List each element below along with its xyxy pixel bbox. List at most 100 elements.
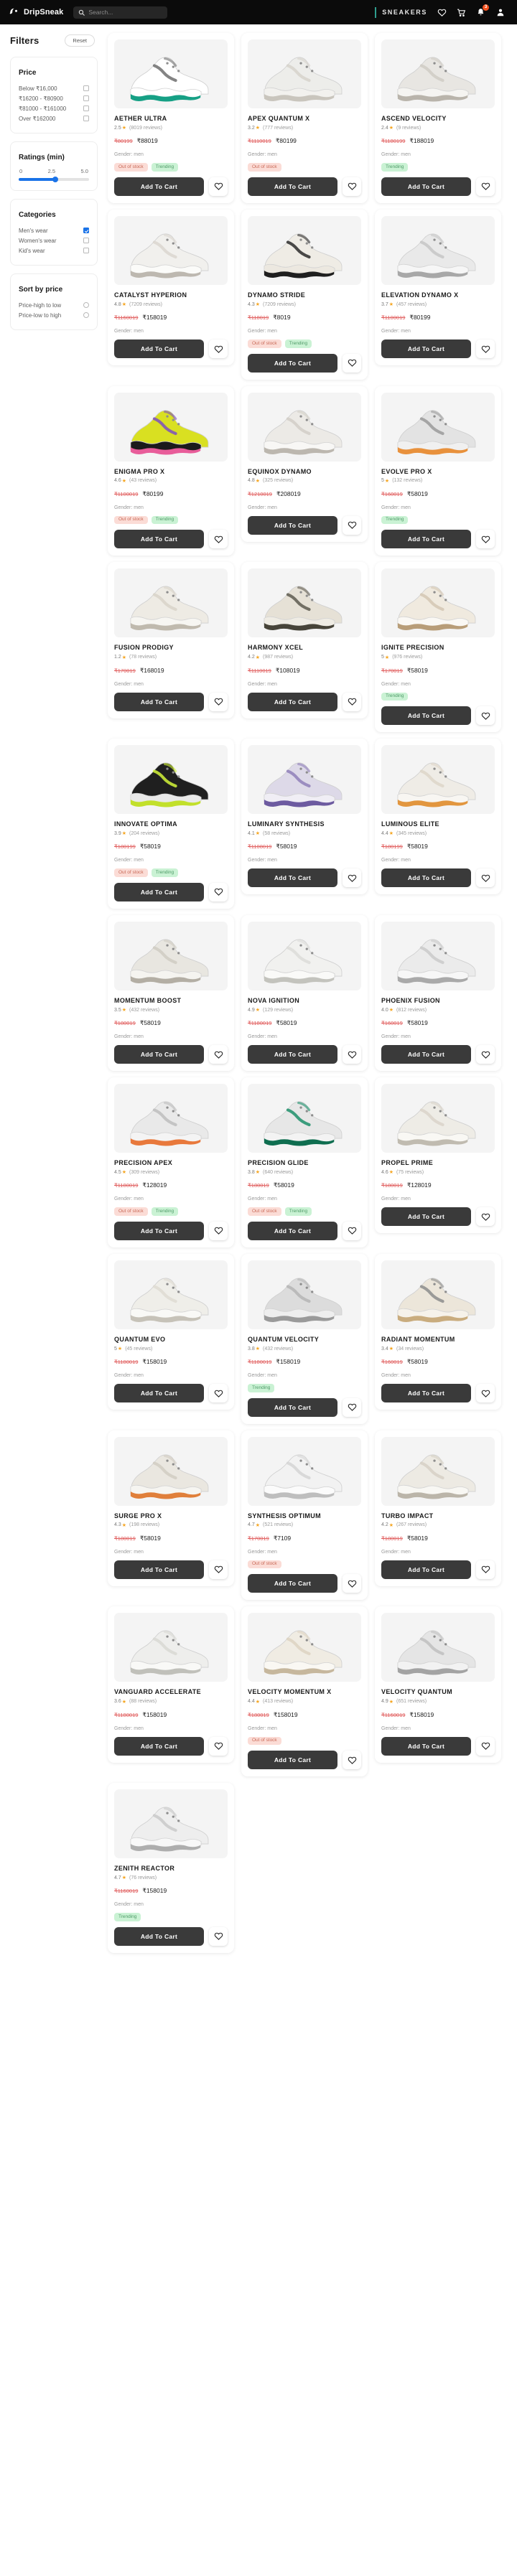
category-option-0-control[interactable]	[83, 228, 89, 233]
product-card[interactable]: QUANTUM EVO 5 ★ (45 reviews) ₹1180019 ₹158019…	[108, 1253, 234, 1410]
product-image[interactable]	[114, 745, 228, 814]
product-card[interactable]: APEX QUANTUM X 3.2 ★ (777 reviews) ₹1110019 ₹…	[241, 33, 368, 203]
add-to-cart-button[interactable]: Add To Cart	[248, 1751, 337, 1769]
product-card[interactable]: FUSION PRODIGY 1.2 ★ (78 reviews) ₹170019 ₹16…	[108, 562, 234, 718]
product-card[interactable]: ASCEND VELOCITY 2.4 ★ (9 reviews) ₹1180199 ₹1…	[375, 33, 501, 203]
heart-outline-icon[interactable]	[343, 177, 361, 196]
product-card[interactable]: MOMENTUM BOOST 3.5 ★ (432 reviews) ₹180019 ₹5…	[108, 914, 234, 1071]
product-image[interactable]	[114, 921, 228, 990]
add-to-cart-button[interactable]: Add To Cart	[381, 1207, 471, 1227]
heart-outline-icon[interactable]	[209, 339, 228, 358]
product-card[interactable]: VANGUARD ACCELERATE 3.6 ★ (88 reviews) ₹1180…	[108, 1606, 234, 1763]
heart-outline-icon[interactable]	[476, 177, 495, 196]
heart-outline-icon[interactable]	[476, 1384, 495, 1402]
product-card[interactable]: QUANTUM VELOCITY 3.8 ★ (432 reviews) ₹118001…	[241, 1253, 368, 1424]
product-image[interactable]	[381, 1613, 495, 1682]
heart-icon[interactable]	[437, 8, 447, 17]
heart-outline-icon[interactable]	[209, 692, 228, 711]
add-to-cart-button[interactable]: Add To Cart	[381, 177, 471, 196]
shopping-cart-icon[interactable]	[457, 8, 466, 17]
add-to-cart-button[interactable]: Add To Cart	[114, 692, 204, 711]
category-option-2-control[interactable]	[83, 248, 89, 253]
product-image[interactable]	[248, 1260, 361, 1329]
product-card[interactable]: TURBO IMPACT 4.2 ★ (267 reviews) ₹180019 ₹580…	[375, 1430, 501, 1586]
product-card[interactable]: IGNITE PRECISION 5 ★ (976 reviews) ₹170019 ₹5…	[375, 562, 501, 732]
bell-icon[interactable]: 3	[476, 4, 489, 17]
product-image[interactable]	[248, 568, 361, 638]
price-option-1-control[interactable]	[83, 95, 89, 101]
product-card[interactable]: LUMINARY SYNTHESIS 4.1 ★ (58 reviews) ₹11080…	[241, 739, 368, 895]
product-image[interactable]	[114, 215, 228, 285]
product-card[interactable]: PRECISION GLIDE 3.8 ★ (640 reviews) ₹180019 ₹…	[241, 1077, 368, 1247]
product-image[interactable]	[248, 215, 361, 285]
search-bar[interactable]	[73, 6, 168, 19]
product-image[interactable]	[248, 392, 361, 462]
add-to-cart-button[interactable]: Add To Cart	[248, 692, 337, 711]
add-to-cart-button[interactable]: Add To Cart	[248, 868, 337, 888]
add-to-cart-button[interactable]: Add To Cart	[114, 1221, 204, 1240]
price-option-0[interactable]: Below ₹16,000	[19, 83, 89, 93]
add-to-cart-button[interactable]: Add To Cart	[114, 1384, 204, 1402]
sort-option-1[interactable]: Price-low to high	[19, 310, 89, 320]
price-option-2-control[interactable]	[83, 106, 89, 111]
product-card[interactable]: VELOCITY MOMENTUM X 4.4 ★ (413 reviews) ₹180…	[241, 1606, 368, 1776]
add-to-cart-button[interactable]: Add To Cart	[381, 868, 471, 888]
product-card[interactable]: DYNAMO STRIDE 4.3 ★ (7209 reviews) ₹118019 ₹8…	[241, 209, 368, 380]
product-image[interactable]	[381, 39, 495, 108]
add-to-cart-button[interactable]: Add To Cart	[114, 177, 204, 196]
heart-outline-icon[interactable]	[209, 1736, 228, 1756]
heart-outline-icon[interactable]	[476, 1207, 495, 1227]
product-image[interactable]	[248, 745, 361, 814]
product-card[interactable]: RADIANT MOMENTUM 3.4 ★ (34 reviews) ₹160019 ₹…	[375, 1253, 501, 1410]
product-card[interactable]: ZENITH REACTOR 4.7 ★ (76 reviews) ₹1160019 ₹1…	[108, 1783, 234, 1953]
add-to-cart-button[interactable]: Add To Cart	[381, 1045, 471, 1064]
add-to-cart-button[interactable]: Add To Cart	[248, 177, 337, 196]
add-to-cart-button[interactable]: Add To Cart	[248, 1045, 337, 1064]
heart-outline-icon[interactable]	[209, 882, 228, 901]
add-to-cart-button[interactable]: Add To Cart	[114, 1045, 204, 1064]
add-to-cart-button[interactable]: Add To Cart	[114, 339, 204, 358]
add-to-cart-button[interactable]: Add To Cart	[381, 530, 471, 549]
product-image[interactable]	[248, 1436, 361, 1506]
heart-outline-icon[interactable]	[209, 530, 228, 549]
heart-outline-icon[interactable]	[476, 339, 495, 358]
heart-outline-icon[interactable]	[343, 353, 361, 373]
price-option-1[interactable]: ₹16200 - ₹80900	[19, 93, 89, 103]
add-to-cart-button[interactable]: Add To Cart	[248, 353, 337, 373]
price-option-0-control[interactable]	[83, 85, 89, 91]
heart-outline-icon[interactable]	[343, 1574, 361, 1593]
heart-outline-icon[interactable]	[343, 1045, 361, 1064]
ratings-slider-thumb[interactable]	[52, 177, 58, 182]
heart-outline-icon[interactable]	[476, 1045, 495, 1064]
user-avatar-icon[interactable]	[495, 7, 506, 17]
heart-outline-icon[interactable]	[209, 1221, 228, 1240]
heart-outline-icon[interactable]	[343, 692, 361, 711]
product-image[interactable]	[381, 568, 495, 638]
heart-outline-icon[interactable]	[343, 1751, 361, 1769]
add-to-cart-button[interactable]: Add To Cart	[381, 1384, 471, 1402]
add-to-cart-button[interactable]: Add To Cart	[114, 1560, 204, 1579]
price-option-2[interactable]: ₹81000 - ₹161000	[19, 103, 89, 113]
add-to-cart-button[interactable]: Add To Cart	[114, 1736, 204, 1756]
heart-outline-icon[interactable]	[476, 706, 495, 725]
product-image[interactable]	[381, 392, 495, 462]
heart-outline-icon[interactable]	[209, 1560, 228, 1579]
category-option-2[interactable]: Kid's wear	[19, 245, 89, 256]
product-image[interactable]	[114, 1613, 228, 1682]
brand-logo[interactable]: DripSneak	[9, 7, 63, 17]
product-image[interactable]	[114, 568, 228, 638]
heart-outline-icon[interactable]	[209, 177, 228, 196]
add-to-cart-button[interactable]: Add To Cart	[114, 882, 204, 901]
product-image[interactable]	[114, 1260, 228, 1329]
heart-outline-icon[interactable]	[343, 1221, 361, 1240]
product-image[interactable]	[114, 1789, 228, 1858]
product-card[interactable]: NOVA IGNITION 4.9 ★ (129 reviews) ₹1180019 ₹5…	[241, 914, 368, 1071]
heart-outline-icon[interactable]	[209, 1926, 228, 1946]
product-image[interactable]	[114, 392, 228, 462]
product-image[interactable]	[248, 1084, 361, 1153]
heart-outline-icon[interactable]	[343, 868, 361, 888]
product-image[interactable]	[381, 921, 495, 990]
add-to-cart-button[interactable]: Add To Cart	[381, 1560, 471, 1579]
add-to-cart-button[interactable]: Add To Cart	[248, 1397, 337, 1417]
add-to-cart-button[interactable]: Add To Cart	[381, 706, 471, 725]
